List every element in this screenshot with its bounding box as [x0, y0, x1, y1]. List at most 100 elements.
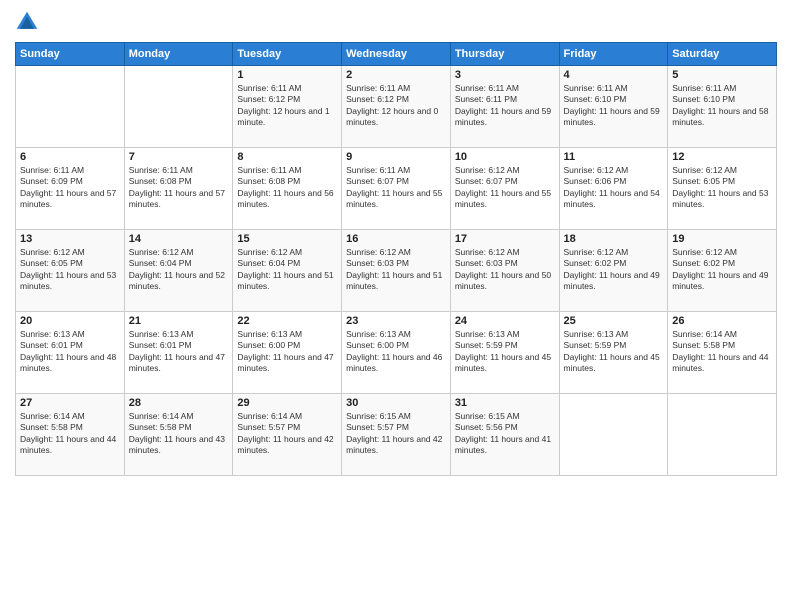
calendar-cell: 27 Sunrise: 6:14 AMSunset: 5:58 PMDayligh…: [16, 394, 125, 476]
day-number: 23: [346, 315, 446, 327]
day-number: 9: [346, 151, 446, 163]
calendar-table: SundayMondayTuesdayWednesdayThursdayFrid…: [15, 42, 777, 476]
day-number: 29: [237, 397, 337, 409]
calendar-cell: [668, 394, 777, 476]
day-number: 10: [455, 151, 555, 163]
cell-info: Sunrise: 6:11 AMSunset: 6:12 PMDaylight:…: [237, 83, 337, 129]
day-number: 28: [129, 397, 229, 409]
day-number: 5: [672, 69, 772, 81]
cell-info: Sunrise: 6:14 AMSunset: 5:58 PMDaylight:…: [20, 411, 120, 457]
calendar-cell: 23Sunrise: 6:13 AMSunset: 6:00 PMDayligh…: [342, 312, 451, 394]
calendar-cell: 31 Sunrise: 6:15 AMSunset: 5:56 PMDayligh…: [450, 394, 559, 476]
day-number: 25: [564, 315, 664, 327]
calendar-cell: 2 Sunrise: 6:11 AMSunset: 6:12 PMDaylight…: [342, 66, 451, 148]
cell-info: Sunrise: 6:12 AMSunset: 6:02 PMDaylight:…: [672, 247, 772, 293]
header-saturday: Saturday: [668, 43, 777, 66]
day-number: 17: [455, 233, 555, 245]
day-number: 18: [564, 233, 664, 245]
day-number: 13: [20, 233, 120, 245]
calendar-cell: 24Sunrise: 6:13 AMSunset: 5:59 PMDayligh…: [450, 312, 559, 394]
cell-info: Sunrise: 6:12 AMSunset: 6:04 PMDaylight:…: [129, 247, 229, 293]
day-number: 3: [455, 69, 555, 81]
calendar-cell: 15Sunrise: 6:12 AMSunset: 6:04 PMDayligh…: [233, 230, 342, 312]
header-wednesday: Wednesday: [342, 43, 451, 66]
day-number: 22: [237, 315, 337, 327]
cell-info: Sunrise: 6:14 AMSunset: 5:57 PMDaylight:…: [237, 411, 337, 457]
day-number: 7: [129, 151, 229, 163]
calendar-cell: [124, 66, 233, 148]
header-tuesday: Tuesday: [233, 43, 342, 66]
day-number: 20: [20, 315, 120, 327]
cell-info: Sunrise: 6:13 AMSunset: 6:01 PMDaylight:…: [129, 329, 229, 375]
day-number: 6: [20, 151, 120, 163]
calendar-cell: 26Sunrise: 6:14 AMSunset: 5:58 PMDayligh…: [668, 312, 777, 394]
cell-info: Sunrise: 6:12 AMSunset: 6:03 PMDaylight:…: [346, 247, 446, 293]
day-number: 21: [129, 315, 229, 327]
calendar-cell: 11 Sunrise: 6:12 AMSunset: 6:06 PMDayligh…: [559, 148, 668, 230]
day-number: 24: [455, 315, 555, 327]
cell-info: Sunrise: 6:14 AMSunset: 5:58 PMDaylight:…: [672, 329, 772, 375]
calendar-cell: 19 Sunrise: 6:12 AMSunset: 6:02 PMDayligh…: [668, 230, 777, 312]
header-friday: Friday: [559, 43, 668, 66]
cell-info: Sunrise: 6:11 AMSunset: 6:09 PMDaylight:…: [20, 165, 120, 211]
calendar-cell: 7 Sunrise: 6:11 AMSunset: 6:08 PMDaylight…: [124, 148, 233, 230]
calendar-cell: [559, 394, 668, 476]
calendar-cell: [16, 66, 125, 148]
day-number: 16: [346, 233, 446, 245]
calendar-cell: 3 Sunrise: 6:11 AMSunset: 6:11 PMDaylight…: [450, 66, 559, 148]
week-row-0: 1 Sunrise: 6:11 AMSunset: 6:12 PMDaylight…: [16, 66, 777, 148]
calendar-cell: 6 Sunrise: 6:11 AMSunset: 6:09 PMDaylight…: [16, 148, 125, 230]
calendar-cell: 5 Sunrise: 6:11 AMSunset: 6:10 PMDaylight…: [668, 66, 777, 148]
week-row-3: 20 Sunrise: 6:13 AMSunset: 6:01 PMDayligh…: [16, 312, 777, 394]
cell-info: Sunrise: 6:11 AMSunset: 6:11 PMDaylight:…: [455, 83, 555, 129]
calendar-cell: 20 Sunrise: 6:13 AMSunset: 6:01 PMDayligh…: [16, 312, 125, 394]
day-number: 19: [672, 233, 772, 245]
day-number: 1: [237, 69, 337, 81]
day-number: 11: [564, 151, 664, 163]
cell-info: Sunrise: 6:12 AMSunset: 6:04 PMDaylight:…: [237, 247, 337, 293]
week-row-2: 13Sunrise: 6:12 AMSunset: 6:05 PMDayligh…: [16, 230, 777, 312]
cell-info: Sunrise: 6:12 AMSunset: 6:05 PMDaylight:…: [672, 165, 772, 211]
calendar-cell: 30 Sunrise: 6:15 AMSunset: 5:57 PMDayligh…: [342, 394, 451, 476]
calendar-cell: 18 Sunrise: 6:12 AMSunset: 6:02 PMDayligh…: [559, 230, 668, 312]
week-row-4: 27 Sunrise: 6:14 AMSunset: 5:58 PMDayligh…: [16, 394, 777, 476]
calendar-cell: 28 Sunrise: 6:14 AMSunset: 5:58 PMDayligh…: [124, 394, 233, 476]
cell-info: Sunrise: 6:11 AMSunset: 6:10 PMDaylight:…: [672, 83, 772, 129]
logo: [15, 10, 43, 34]
day-number: 8: [237, 151, 337, 163]
page: SundayMondayTuesdayWednesdayThursdayFrid…: [0, 0, 792, 612]
cell-info: Sunrise: 6:11 AMSunset: 6:12 PMDaylight:…: [346, 83, 446, 129]
cell-info: Sunrise: 6:12 AMSunset: 6:06 PMDaylight:…: [564, 165, 664, 211]
cell-info: Sunrise: 6:11 AMSunset: 6:08 PMDaylight:…: [129, 165, 229, 211]
cell-info: Sunrise: 6:12 AMSunset: 6:03 PMDaylight:…: [455, 247, 555, 293]
cell-info: Sunrise: 6:11 AMSunset: 6:10 PMDaylight:…: [564, 83, 664, 129]
cell-info: Sunrise: 6:15 AMSunset: 5:56 PMDaylight:…: [455, 411, 555, 457]
calendar-cell: 13Sunrise: 6:12 AMSunset: 6:05 PMDayligh…: [16, 230, 125, 312]
day-number: 31: [455, 397, 555, 409]
header-row: SundayMondayTuesdayWednesdayThursdayFrid…: [16, 43, 777, 66]
cell-info: Sunrise: 6:12 AMSunset: 6:02 PMDaylight:…: [564, 247, 664, 293]
cell-info: Sunrise: 6:13 AMSunset: 5:59 PMDaylight:…: [564, 329, 664, 375]
calendar-cell: 14 Sunrise: 6:12 AMSunset: 6:04 PMDayligh…: [124, 230, 233, 312]
cell-info: Sunrise: 6:13 AMSunset: 6:01 PMDaylight:…: [20, 329, 120, 375]
cell-info: Sunrise: 6:14 AMSunset: 5:58 PMDaylight:…: [129, 411, 229, 457]
calendar-cell: 10 Sunrise: 6:12 AMSunset: 6:07 PMDayligh…: [450, 148, 559, 230]
cell-info: Sunrise: 6:11 AMSunset: 6:08 PMDaylight:…: [237, 165, 337, 211]
day-number: 30: [346, 397, 446, 409]
week-row-1: 6 Sunrise: 6:11 AMSunset: 6:09 PMDaylight…: [16, 148, 777, 230]
calendar-cell: 8 Sunrise: 6:11 AMSunset: 6:08 PMDaylight…: [233, 148, 342, 230]
calendar-cell: 17 Sunrise: 6:12 AMSunset: 6:03 PMDayligh…: [450, 230, 559, 312]
calendar-cell: 29 Sunrise: 6:14 AMSunset: 5:57 PMDayligh…: [233, 394, 342, 476]
calendar-cell: 21 Sunrise: 6:13 AMSunset: 6:01 PMDayligh…: [124, 312, 233, 394]
cell-info: Sunrise: 6:12 AMSunset: 6:07 PMDaylight:…: [455, 165, 555, 211]
logo-icon: [15, 10, 39, 34]
calendar-cell: 9 Sunrise: 6:11 AMSunset: 6:07 PMDaylight…: [342, 148, 451, 230]
cell-info: Sunrise: 6:15 AMSunset: 5:57 PMDaylight:…: [346, 411, 446, 457]
calendar-cell: 12Sunrise: 6:12 AMSunset: 6:05 PMDayligh…: [668, 148, 777, 230]
day-number: 27: [20, 397, 120, 409]
day-number: 2: [346, 69, 446, 81]
calendar-cell: 4Sunrise: 6:11 AMSunset: 6:10 PMDaylight…: [559, 66, 668, 148]
header-sunday: Sunday: [16, 43, 125, 66]
cell-info: Sunrise: 6:11 AMSunset: 6:07 PMDaylight:…: [346, 165, 446, 211]
day-number: 14: [129, 233, 229, 245]
